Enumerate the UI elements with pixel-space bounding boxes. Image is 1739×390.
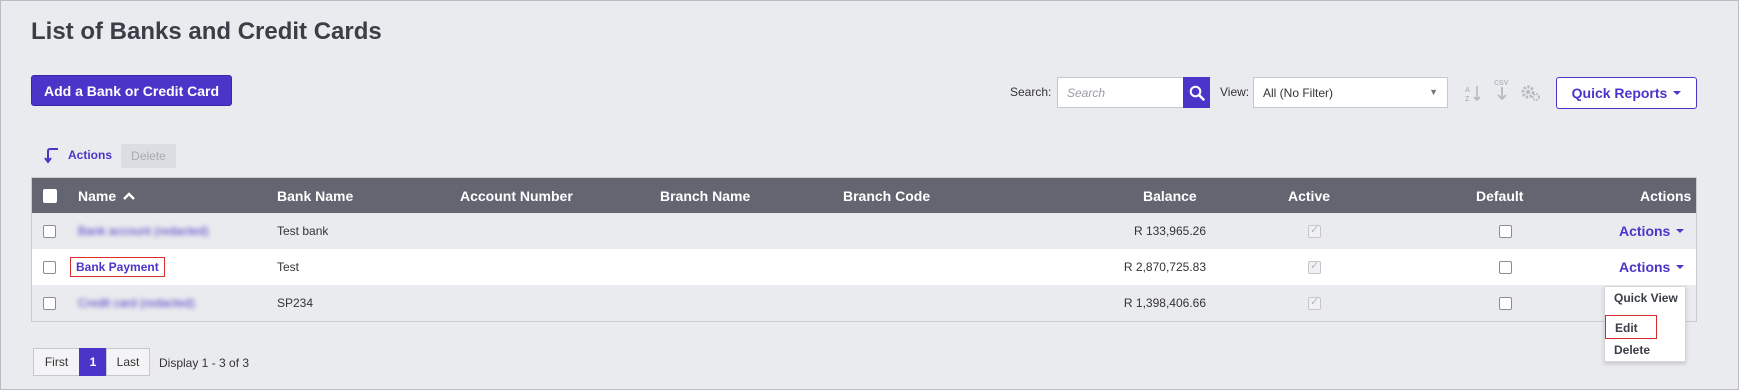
- page-last-button[interactable]: Last: [106, 348, 150, 376]
- svg-text:A: A: [1465, 87, 1470, 94]
- chevron-down-icon: [1676, 265, 1685, 269]
- sort-ascending-icon: [123, 191, 135, 200]
- bank-name-link[interactable]: Credit card (redacted): [78, 296, 195, 310]
- menu-item-delete[interactable]: Delete: [1614, 343, 1650, 357]
- column-header-balance[interactable]: Balance: [1143, 178, 1197, 213]
- pagination: First 1 Last: [33, 348, 150, 376]
- row-actions-menu: Quick View Edit Delete: [1604, 286, 1686, 362]
- svg-text:Z: Z: [1465, 96, 1470, 102]
- column-header-account-number[interactable]: Account Number: [460, 178, 573, 213]
- row-actions-button[interactable]: Actions: [1619, 213, 1685, 249]
- view-select-value: All (No Filter): [1263, 86, 1334, 100]
- column-header-actions: Actions: [1640, 187, 1692, 204]
- search-icon: [1189, 85, 1205, 101]
- select-all-checkbox[interactable]: [43, 188, 57, 203]
- bulk-actions[interactable]: Actions: [44, 146, 112, 164]
- turn-down-arrow-icon: [44, 148, 58, 164]
- row-actions-button[interactable]: Actions: [1619, 249, 1685, 285]
- csv-label: CSV: [1494, 80, 1509, 87]
- page-first-button[interactable]: First: [33, 348, 80, 376]
- view-select[interactable]: All (No Filter) ▼: [1253, 77, 1448, 108]
- chevron-down-icon: [1673, 91, 1682, 95]
- column-header-name[interactable]: Name: [78, 178, 135, 213]
- table-header: Name Bank Name Account Number Branch Nam…: [32, 178, 1696, 213]
- row-checkbox[interactable]: [43, 224, 56, 238]
- default-checkbox[interactable]: [1499, 224, 1512, 238]
- search-label: Search:: [1010, 85, 1052, 99]
- search-input[interactable]: Search: [1057, 77, 1183, 108]
- bulk-delete-button[interactable]: Delete: [121, 144, 176, 168]
- quick-reports-button[interactable]: Quick Reports: [1556, 77, 1697, 109]
- column-header-default[interactable]: Default: [1476, 178, 1523, 213]
- table-row: Credit card (redacted) SP234 R 1,398,406…: [32, 285, 1696, 321]
- row-checkbox[interactable]: [43, 260, 56, 274]
- row-checkbox[interactable]: [43, 296, 56, 310]
- active-checkbox: [1308, 295, 1321, 310]
- menu-item-quick-view[interactable]: Quick View: [1614, 291, 1678, 305]
- balance-cell: R 1,398,406.66: [1123, 296, 1206, 310]
- column-header-active[interactable]: Active: [1288, 178, 1330, 213]
- view-label: View:: [1220, 85, 1250, 99]
- balance-cell: R 2,870,725.83: [1123, 260, 1206, 274]
- chevron-down-icon: ▼: [1429, 87, 1438, 97]
- column-header-branch-name[interactable]: Branch Name: [660, 178, 750, 213]
- sort-icon[interactable]: A Z: [1463, 83, 1483, 103]
- banks-table: Name Bank Name Account Number Branch Nam…: [31, 177, 1697, 322]
- column-header-branch-code[interactable]: Branch Code: [843, 178, 930, 213]
- default-checkbox[interactable]: [1499, 260, 1512, 274]
- active-checkbox: [1308, 223, 1321, 238]
- page-title: List of Banks and Credit Cards: [31, 18, 382, 45]
- table-row: Bank account (redacted) Test bank R 133,…: [32, 213, 1696, 249]
- chevron-down-icon: [1676, 229, 1685, 233]
- bulk-actions-label: Actions: [68, 148, 113, 162]
- bank-name-cell: Test: [277, 260, 300, 274]
- quick-reports-label: Quick Reports: [1571, 85, 1668, 101]
- default-checkbox[interactable]: [1499, 296, 1512, 310]
- bank-name-link[interactable]: Bank Payment: [70, 257, 165, 277]
- menu-item-edit[interactable]: Edit: [1605, 315, 1657, 339]
- active-checkbox: [1308, 259, 1321, 274]
- balance-cell: R 133,965.26: [1133, 224, 1206, 238]
- bank-name-cell: Test bank: [277, 224, 329, 238]
- pagination-info: Display 1 - 3 of 3: [159, 356, 250, 370]
- add-bank-button[interactable]: Add a Bank or Credit Card: [31, 75, 232, 106]
- bank-name-cell: SP234: [277, 296, 314, 310]
- csv-download-icon[interactable]: CSV: [1492, 80, 1512, 101]
- page-1-button[interactable]: 1: [79, 348, 107, 376]
- bank-name-link[interactable]: Bank account (redacted): [78, 224, 209, 238]
- search-button[interactable]: [1183, 77, 1210, 108]
- table-row: Bank Payment Test R 2,870,725.83 Actions: [32, 249, 1696, 285]
- column-header-bank-name[interactable]: Bank Name: [277, 178, 353, 213]
- settings-icon[interactable]: [1521, 83, 1541, 103]
